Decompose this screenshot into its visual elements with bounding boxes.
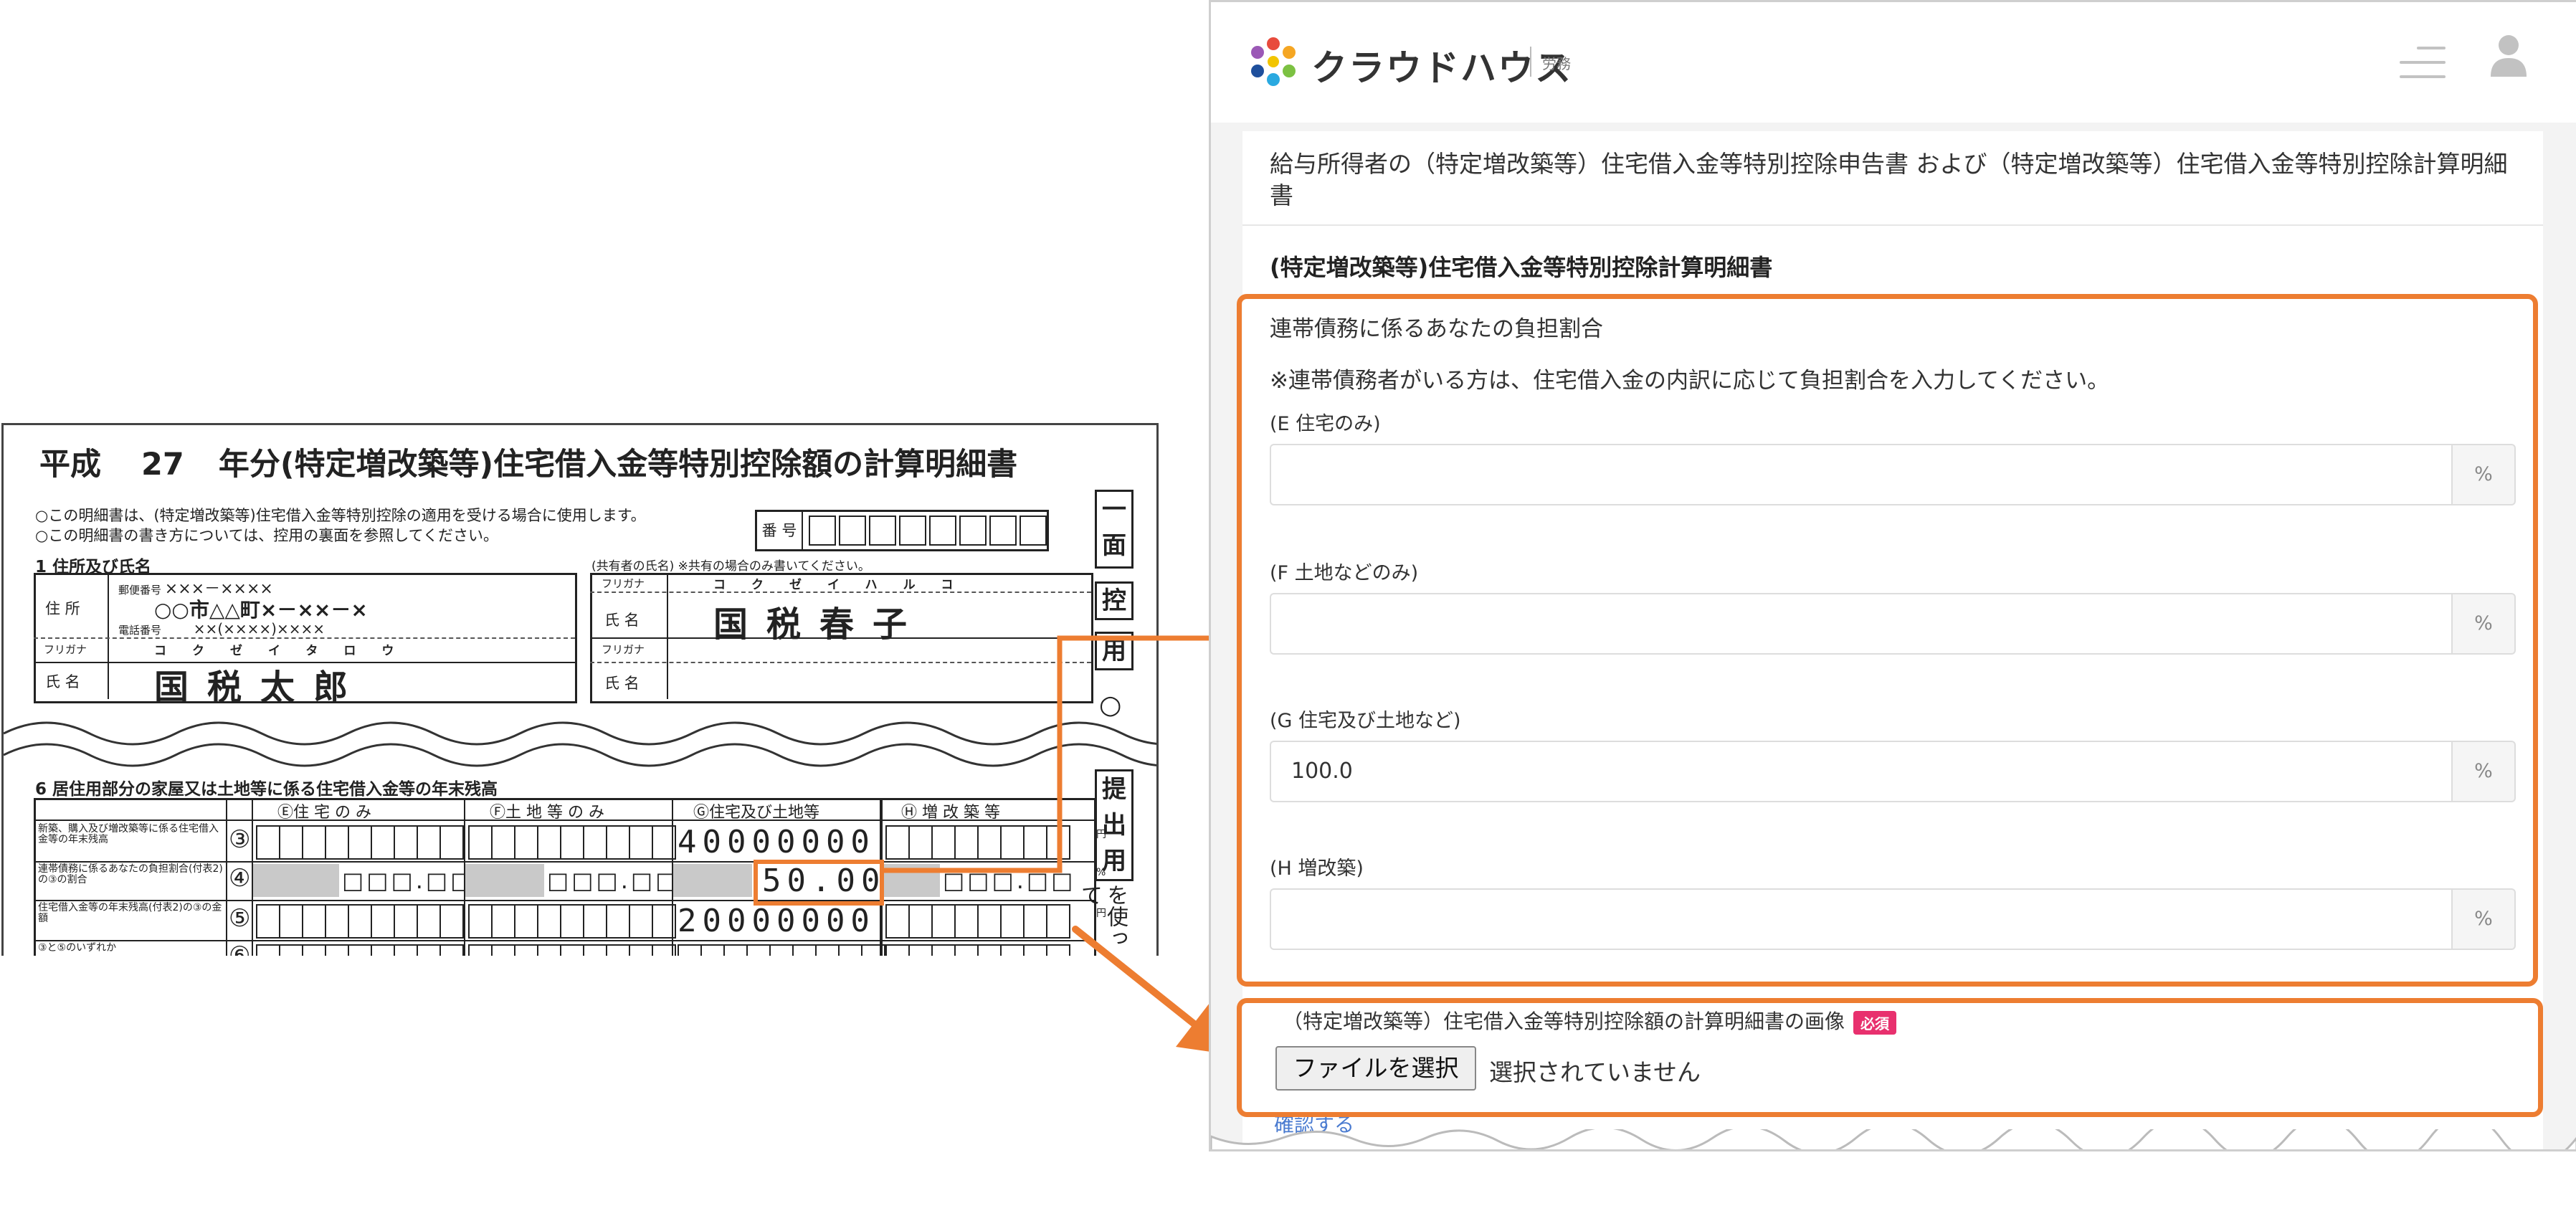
ratio-section-highlight [1237, 294, 2538, 987]
page-title: 給与所得者の（特定増改築等）住宅借入金等特別控除申告書 および（特定増改築等）住… [1270, 150, 2508, 209]
section-heading: (特定増改築等)住宅借入金等特別控除計算明細書 [1270, 254, 1773, 281]
brand-name: クラウドハウス [1311, 47, 1572, 89]
upload-section-highlight [1237, 998, 2543, 1117]
logo-mark-icon [1251, 37, 1296, 86]
brand-separator [1530, 47, 1531, 77]
torn-edge [1211, 1129, 2576, 1149]
app-header: クラウドハウス 労務 [1211, 2, 2576, 123]
title-divider [1242, 224, 2543, 226]
brand-sub: 労務 [1542, 55, 1571, 72]
user-icon[interactable] [2489, 34, 2528, 77]
hamburger-icon[interactable] [2400, 47, 2446, 78]
